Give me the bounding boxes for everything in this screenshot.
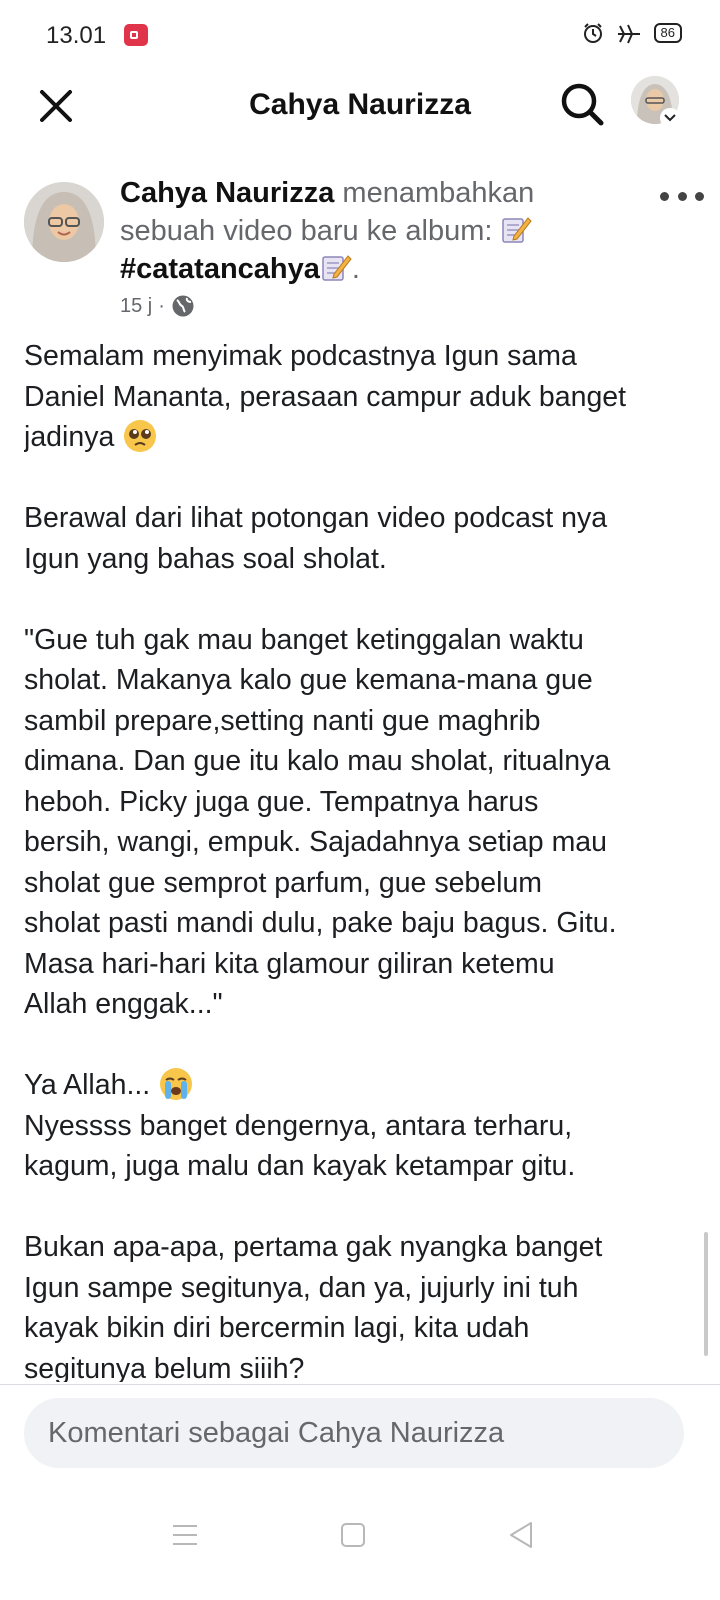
- recent-apps-button[interactable]: [160, 1510, 210, 1560]
- search-icon: [561, 83, 604, 126]
- memo-emoji-icon: [502, 217, 533, 243]
- alarm-icon: [583, 23, 602, 43]
- scrollbar[interactable]: [704, 1232, 708, 1356]
- search-button[interactable]: [556, 78, 608, 130]
- album-link[interactable]: #catatancahya: [120, 253, 320, 285]
- globe-icon: [172, 295, 194, 317]
- headline-period: .: [351, 253, 360, 285]
- status-time: 13.01: [46, 22, 107, 49]
- more-icon: [660, 191, 669, 201]
- post-author-name[interactable]: Cahya Naurizza: [120, 177, 334, 209]
- top-app-bar: Cahya Naurizza: [0, 72, 720, 156]
- divider: [0, 1384, 720, 1385]
- chevron-down-icon[interactable]: [660, 108, 680, 128]
- status-bar: 13.01 86: [0, 0, 720, 72]
- post-paragraph: Semalam menyimak podcastnya Igun sama Da…: [24, 340, 627, 453]
- memo-emoji-icon: [322, 255, 352, 281]
- home-button[interactable]: [328, 1510, 378, 1560]
- back-icon: [510, 1522, 532, 1548]
- post-timestamp[interactable]: 15 j: [120, 295, 152, 318]
- post-paragraph: "Gue tuh gak mau banget ketinggalan wakt…: [24, 623, 617, 1021]
- home-icon: [341, 1523, 365, 1547]
- crying-face-icon: [160, 1068, 193, 1100]
- post-text: Semalam menyimak podcastnya Igun sama Da…: [24, 336, 694, 1382]
- airplane-mode-icon: [617, 24, 640, 44]
- post-headline: Cahya Naurizza menambahkan sebuah video …: [120, 174, 580, 288]
- status-icons: 86: [582, 22, 682, 44]
- comment-input[interactable]: Komentari sebagai Cahya Naurizza: [24, 1398, 684, 1468]
- menu-icon: [173, 1525, 197, 1545]
- page-title: Cahya Naurizza: [249, 88, 471, 121]
- screen-record-icon: [124, 24, 148, 46]
- system-nav-bar: [0, 1486, 720, 1600]
- back-button[interactable]: [496, 1510, 546, 1560]
- post-author-avatar[interactable]: [24, 182, 104, 262]
- meta-separator: ·: [158, 294, 165, 317]
- post-paragraph: Ya Allah... Nyessss banget dengernya, an…: [24, 1065, 694, 1187]
- post-meta: 15 j ·: [120, 294, 195, 318]
- pleading-face-icon: [124, 420, 157, 452]
- post-paragraph: Berawal dari lihat potongan video podcas…: [24, 502, 608, 575]
- battery-icon: 86: [653, 23, 682, 43]
- post-paragraph: Bukan apa-apa, pertama gak nyangka bange…: [24, 1231, 603, 1382]
- avatar: [24, 182, 104, 262]
- post-more-options-button[interactable]: [660, 186, 704, 206]
